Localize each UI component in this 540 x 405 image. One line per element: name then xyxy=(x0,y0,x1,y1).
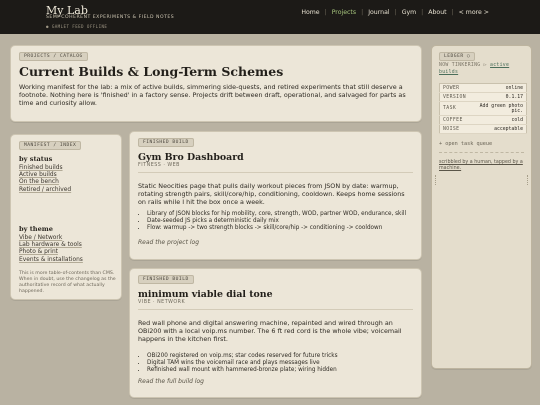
list-item[interactable]: Retired / archived xyxy=(19,187,71,194)
build-log-link[interactable]: Read the full build log xyxy=(138,378,204,385)
manifest-note: This is more table-of-contents than CMS.… xyxy=(19,271,116,294)
theme-list: Vibe / Network Lab hardware & tools Phot… xyxy=(19,235,83,264)
top-bar: My Lab SEMI-COHERENT EXPERIMENTS & FIELD… xyxy=(0,0,540,34)
drag-handle[interactable] xyxy=(526,174,528,185)
list-item[interactable]: Photo & print xyxy=(19,249,83,256)
status-table: POWER online VERSION 0.1.17 TASK Add green … xyxy=(439,83,527,134)
manifest-tag: MANIFEST / INDEX xyxy=(19,141,82,150)
divider xyxy=(439,152,524,153)
theme-heading: by theme xyxy=(19,225,53,233)
intro-tag: PROJECTS / CATALOG xyxy=(19,52,88,61)
table-row: COFFEE cold xyxy=(439,115,527,125)
feed-status: ● GAMLET FEED OFFLINE xyxy=(46,24,108,29)
nav-projects[interactable]: Projects xyxy=(327,9,361,16)
manifest-card: MANIFEST / INDEX by status Finished buil… xyxy=(10,134,122,300)
list-item[interactable]: On the bench xyxy=(19,179,71,186)
build-bullets: Library of JSON blocks for hip mobility,… xyxy=(147,211,413,231)
build-title: Gym Bro Dashboard xyxy=(138,152,244,163)
nav-home[interactable]: Home xyxy=(296,9,324,16)
ledger-panel: LEDGER ◯ NOW TINKERING ▷ active builds P… xyxy=(431,45,532,369)
build-card: FINISHED BUILD Gym Bro Dashboard FITNESS… xyxy=(129,131,422,260)
list-item[interactable]: Events & installations xyxy=(19,257,83,264)
list-item: Date-seeded JS picks a deterministic dai… xyxy=(147,218,413,225)
nav-more[interactable]: < more > xyxy=(454,9,494,16)
nav-journal[interactable]: Journal xyxy=(363,9,394,16)
ledger-tag: LEDGER ◯ xyxy=(439,52,476,61)
page-title: Current Builds & Long-Term Schemes xyxy=(19,64,284,79)
table-row: TASK Add green photo pic. xyxy=(439,101,527,116)
divider xyxy=(138,172,413,173)
build-status-tag: FINISHED BUILD xyxy=(138,138,194,147)
build-status-tag: FINISHED BUILD xyxy=(138,275,194,284)
build-description: Red wall phone and digital answering mac… xyxy=(138,319,402,343)
build-meta: VIBE · NETWORK xyxy=(138,300,186,305)
build-card: FINISHED BUILD minimum viable dial tone … xyxy=(129,268,422,398)
nav-about[interactable]: About xyxy=(423,9,451,16)
list-item[interactable]: Active builds xyxy=(19,172,71,179)
intro-card: PROJECTS / CATALOG Current Builds & Long… xyxy=(10,45,422,122)
drag-handle[interactable] xyxy=(435,174,437,185)
now-tinkering: NOW TINKERING ▷ active builds xyxy=(439,63,510,75)
nav-gym[interactable]: Gym xyxy=(397,9,421,16)
build-meta: FITNESS · WEB xyxy=(138,163,180,168)
list-item: Library of JSON blocks for hip mobility,… xyxy=(147,211,413,218)
status-heading: by status xyxy=(19,155,53,163)
intro-text: Working manifest for the lab: a mix of a… xyxy=(19,83,406,108)
main-nav: Home | Projects | Journal | Gym | About | < m… xyxy=(296,9,494,16)
list-item: Flow: warmup -> two strength blocks -> s… xyxy=(147,225,413,232)
list-item: Digital TAM wins the voicemail race and … xyxy=(147,360,413,367)
list-item[interactable]: Lab hardware & tools xyxy=(19,242,83,249)
list-item: OBi200 registered on voip.ms; star codes… xyxy=(147,353,413,360)
open-task-queue-link[interactable]: + open task queue xyxy=(439,141,527,147)
list-item[interactable]: Vibe / Network xyxy=(19,235,83,242)
build-title: minimum viable dial tone xyxy=(138,289,273,300)
status-list: Finished builds Active builds On the ben… xyxy=(19,165,71,194)
project-log-link[interactable]: Read the project log xyxy=(138,239,199,246)
list-item: Refinished wall mount with hammered-bron… xyxy=(147,367,413,374)
footer-note[interactable]: scribbled by a human, tapped by a machin… xyxy=(439,160,527,173)
table-row: POWER online xyxy=(439,83,527,93)
site-tagline: SEMI-COHERENT EXPERIMENTS & FIELD NOTES xyxy=(46,15,175,20)
divider xyxy=(138,309,413,310)
table-row: VERSION 0.1.17 xyxy=(439,92,527,102)
build-description: Static Neocities page that pulls daily w… xyxy=(138,182,405,206)
build-bullets: OBi200 registered on voip.ms; star codes… xyxy=(147,353,413,373)
list-item[interactable]: Finished builds xyxy=(19,165,71,172)
table-row: NOISE acceptable xyxy=(439,124,527,134)
